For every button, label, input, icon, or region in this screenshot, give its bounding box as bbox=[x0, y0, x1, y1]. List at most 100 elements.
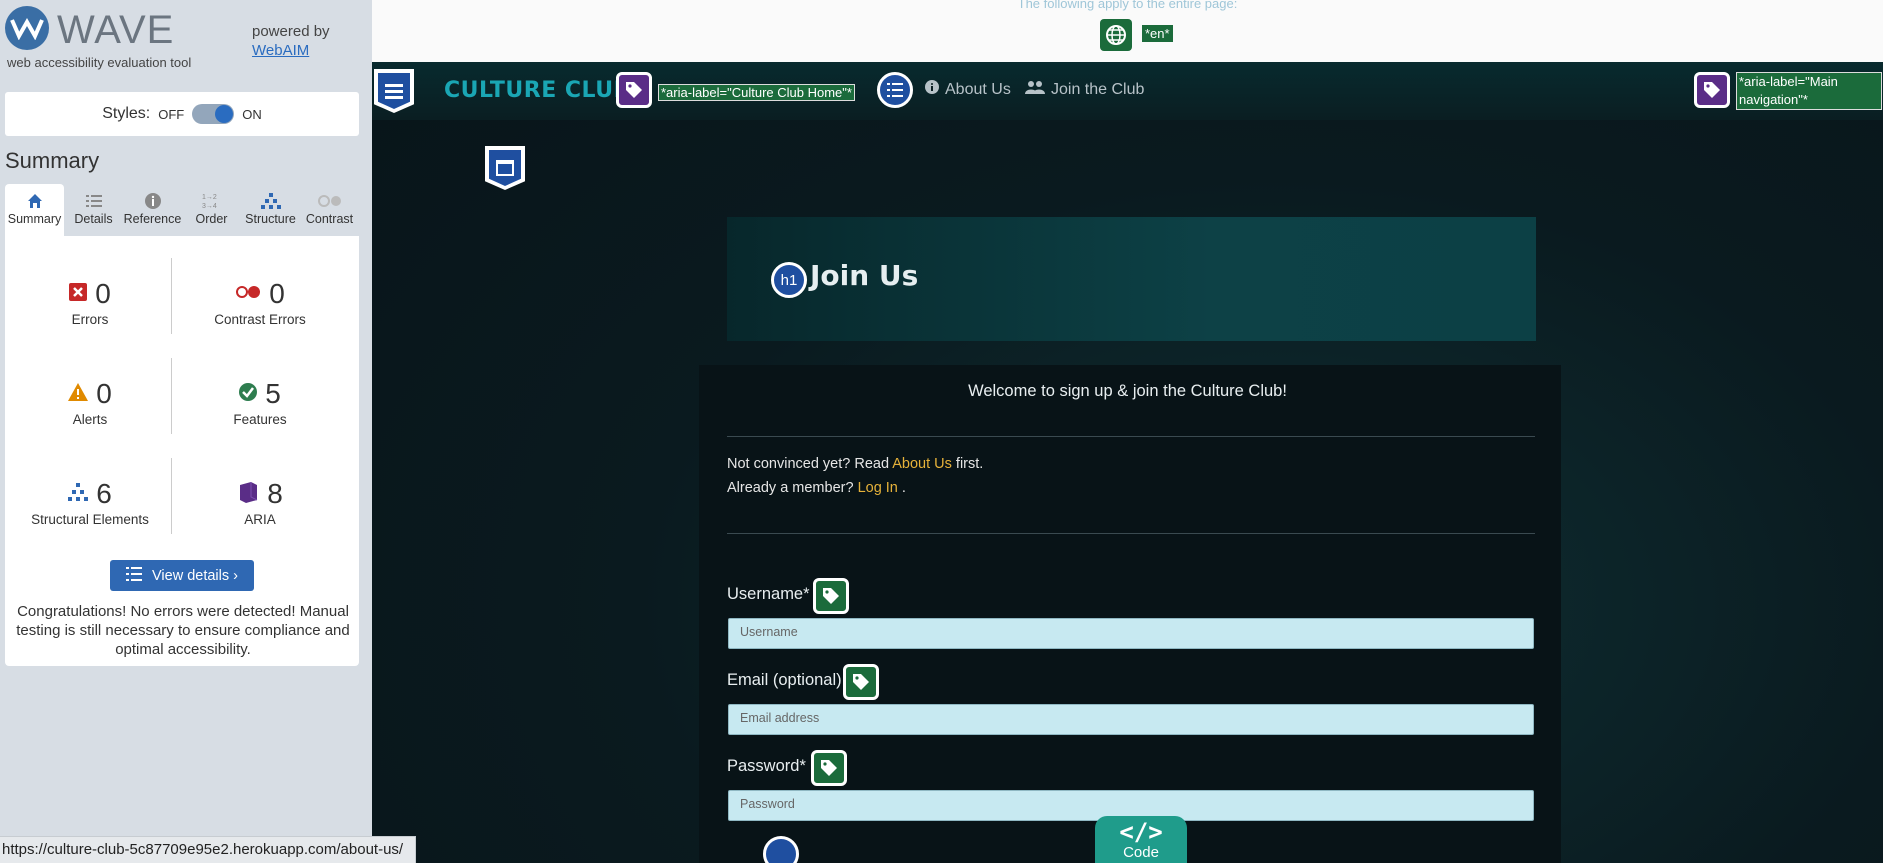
powered-by: powered by WebAIM bbox=[252, 22, 330, 60]
styles-toggle-box: Styles: OFF ON bbox=[5, 92, 359, 136]
styles-on-label: ON bbox=[242, 106, 262, 122]
errors-stat[interactable]: 0 Errors bbox=[10, 278, 170, 327]
view-details-label: View details › bbox=[152, 567, 238, 584]
code-icon: </> bbox=[1119, 818, 1163, 846]
wave-sidebar: WAVE web accessibility evaluation tool p… bbox=[0, 0, 372, 863]
not-convinced-prefix: Not convinced yet? Read bbox=[727, 456, 893, 472]
page-viewport: The following apply to the entire page: … bbox=[372, 0, 1883, 863]
wave-subtitle: web accessibility evaluation tool bbox=[7, 55, 192, 70]
tab-label: Order bbox=[195, 212, 228, 226]
styles-toggle[interactable] bbox=[192, 104, 235, 124]
navigation-shield-icon[interactable] bbox=[374, 69, 414, 113]
aria-tag-icon[interactable] bbox=[616, 72, 652, 108]
features-stat[interactable]: 5 Features bbox=[180, 378, 340, 427]
structure-icon bbox=[68, 482, 89, 506]
about-us-link[interactable]: About Us bbox=[892, 456, 952, 472]
toggle-knob bbox=[215, 105, 234, 123]
email-label: Email (optional) bbox=[727, 671, 842, 689]
order-icon: 1→2 3→4 bbox=[182, 190, 241, 212]
svg-text:1→2: 1→2 bbox=[202, 194, 217, 201]
apply-note: The following apply to the entire page: bbox=[1017, 0, 1238, 11]
password-label: Password* bbox=[727, 757, 806, 775]
summary-panel: 0 Errors 0 Contrast Errors 0 Alerts 5 Fe… bbox=[5, 236, 359, 666]
nav-join-label: Join the Club bbox=[1051, 80, 1145, 98]
alerts-stat[interactable]: 0 Alerts bbox=[10, 378, 170, 427]
errors-label: Errors bbox=[71, 312, 109, 327]
summary-title: Summary bbox=[5, 148, 100, 173]
main-region-shield-icon[interactable] bbox=[485, 146, 525, 190]
tab-details[interactable]: Details bbox=[64, 184, 123, 236]
tab-label: Summary bbox=[7, 212, 62, 226]
styles-label: Styles: bbox=[102, 105, 151, 122]
contrast-errors-count: 0 bbox=[269, 278, 285, 309]
structural-count: 6 bbox=[96, 478, 112, 509]
brand-logo[interactable]: CULTURE CLUB bbox=[444, 78, 631, 103]
divider bbox=[727, 533, 1535, 534]
login-link[interactable]: Log In bbox=[858, 480, 898, 496]
tab-contrast[interactable]: Contrast bbox=[300, 184, 359, 236]
contrast-errors-stat[interactable]: 0 Contrast Errors bbox=[180, 278, 340, 327]
signup-card bbox=[699, 365, 1561, 863]
page-title: Join Us bbox=[810, 259, 919, 292]
list-icon bbox=[64, 190, 123, 212]
label-tag-icon[interactable] bbox=[813, 578, 849, 614]
globe-icon[interactable] bbox=[1100, 19, 1132, 51]
info-icon bbox=[123, 190, 182, 212]
errors-count: 0 bbox=[95, 278, 111, 309]
wave-logo-icon[interactable] bbox=[5, 6, 49, 50]
welcome-text: Welcome to sign up & join the Culture Cl… bbox=[968, 382, 1287, 400]
wave-page-annotations: The following apply to the entire page: … bbox=[372, 0, 1883, 62]
divider bbox=[171, 458, 172, 534]
list-circle-icon[interactable] bbox=[877, 72, 913, 108]
view-details-button[interactable]: View details › bbox=[110, 560, 254, 591]
tab-label: Details bbox=[74, 212, 113, 226]
contrast-error-icon bbox=[235, 285, 261, 304]
already-member-text: Already a member? Log In . bbox=[727, 480, 906, 496]
alerts-count: 0 bbox=[96, 378, 112, 409]
label-tag-icon[interactable] bbox=[843, 664, 879, 700]
username-label: Username* bbox=[727, 585, 810, 603]
contrast-icon bbox=[300, 190, 359, 212]
aria-label: ARIA bbox=[244, 512, 276, 527]
username-input[interactable]: Username bbox=[728, 618, 1534, 649]
users-icon bbox=[1025, 80, 1045, 99]
already-member-prefix: Already a member? bbox=[727, 480, 858, 496]
not-convinced-text: Not convinced yet? Read About Us first. bbox=[727, 456, 983, 472]
styles-off-label: OFF bbox=[158, 106, 185, 122]
list-icon bbox=[126, 566, 143, 585]
nav-about-link[interactable]: About Us bbox=[925, 80, 1011, 99]
alerts-label: Alerts bbox=[72, 412, 108, 427]
powered-by-text: powered by bbox=[252, 23, 330, 40]
features-count: 5 bbox=[265, 378, 281, 409]
nav-aria-label: *aria-label="Main navigation"* bbox=[1736, 72, 1882, 110]
brand-aria-label: *aria-label="Culture Club Home"* bbox=[658, 84, 855, 101]
nav-join-link[interactable]: Join the Club bbox=[1025, 80, 1144, 99]
tab-label: Structure bbox=[245, 212, 296, 226]
alert-icon bbox=[68, 382, 89, 406]
tab-order[interactable]: 1→2 3→4 Order bbox=[182, 184, 241, 236]
email-input[interactable]: Email address bbox=[728, 704, 1534, 735]
browser-status-url: https://culture-club-5c87709e95e2.heroku… bbox=[0, 836, 416, 863]
error-icon bbox=[69, 282, 88, 306]
aria-stat[interactable]: 8 ARIA bbox=[180, 478, 340, 527]
features-label: Features bbox=[233, 412, 287, 427]
structural-label: Structural Elements bbox=[31, 512, 149, 527]
info-icon bbox=[925, 80, 939, 99]
webaim-link[interactable]: WebAIM bbox=[252, 42, 309, 59]
feature-check-icon bbox=[239, 382, 258, 406]
structure-icon bbox=[241, 190, 300, 212]
home-icon bbox=[5, 190, 64, 212]
tab-reference[interactable]: Reference bbox=[123, 184, 182, 236]
divider bbox=[171, 358, 172, 434]
structural-stat[interactable]: 6 Structural Elements bbox=[10, 478, 170, 527]
tab-summary[interactable]: Summary bbox=[5, 184, 64, 236]
tab-structure[interactable]: Structure bbox=[241, 184, 300, 236]
h1-badge-icon[interactable]: h1 bbox=[771, 262, 807, 298]
code-toggle-button[interactable]: </> Code bbox=[1095, 816, 1187, 863]
tab-label: Contrast bbox=[305, 212, 354, 226]
label-tag-icon[interactable] bbox=[811, 750, 847, 786]
aria-tag-icon[interactable] bbox=[1694, 72, 1730, 108]
aria-cube-icon bbox=[237, 481, 259, 508]
code-label: Code bbox=[1123, 844, 1159, 861]
divider bbox=[171, 258, 172, 334]
